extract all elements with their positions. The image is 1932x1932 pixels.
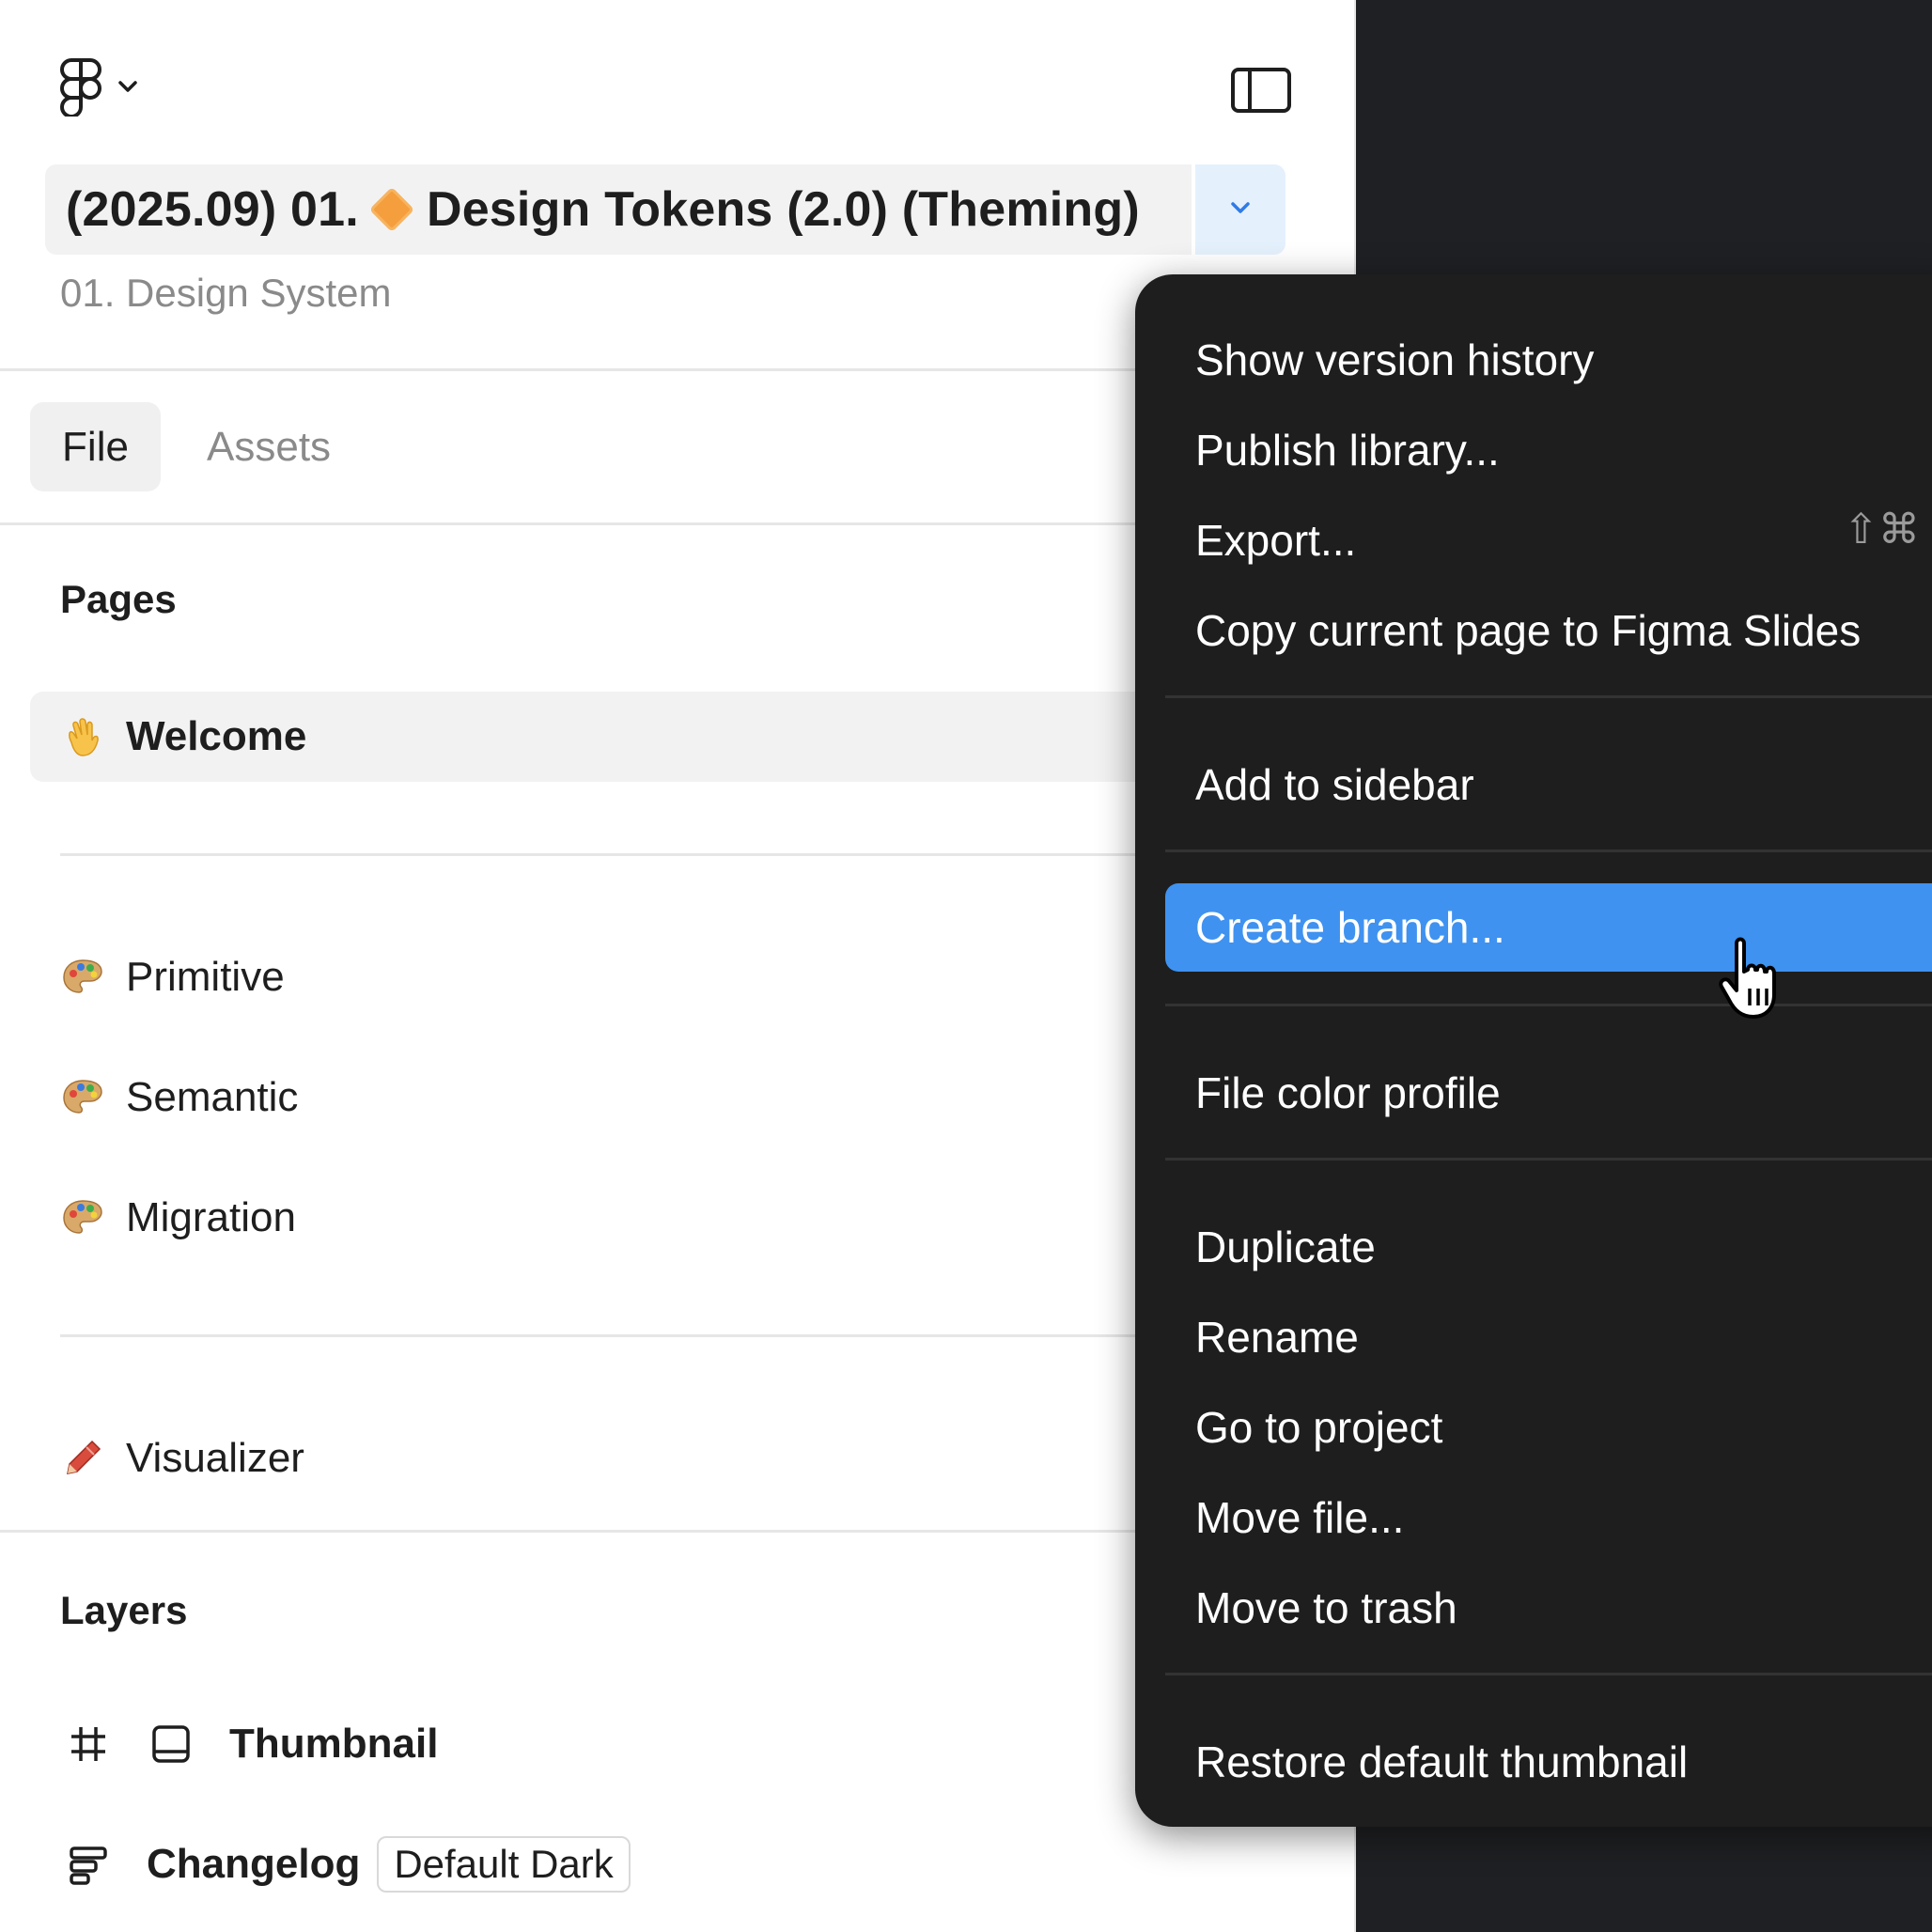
menu-separator: [1165, 1004, 1932, 1006]
menu-item-file-color-profile[interactable]: File color profile: [1165, 1049, 1932, 1137]
menu-item-export[interactable]: Export...: [1165, 496, 1932, 584]
artist-palette-icon: [60, 1075, 105, 1120]
tab-assets[interactable]: Assets: [207, 402, 331, 491]
file-title[interactable]: (2025.09) 01. Design Tokens (2.0) (Themi…: [45, 164, 1192, 255]
menu-item-move-file[interactable]: Move file...: [1165, 1473, 1932, 1562]
main-menu-button[interactable]: [58, 56, 139, 121]
sidebar-toggle-icon[interactable]: [1231, 68, 1291, 113]
menu-item-duplicate[interactable]: Duplicate: [1165, 1203, 1932, 1291]
layers-heading: Layers: [60, 1588, 188, 1632]
menu-item-restore-default-thumbnail[interactable]: Restore default thumbnail: [1165, 1718, 1932, 1806]
menu-item-move-to-trash[interactable]: Move to trash: [1165, 1564, 1932, 1652]
waving-hand-icon: [60, 714, 105, 759]
page-name: Visualizer: [126, 1435, 304, 1481]
artist-palette-icon: [60, 1195, 105, 1240]
page-name: Migration: [126, 1194, 296, 1240]
hand-cursor-icon: [1716, 936, 1791, 1021]
layer-item-changelog[interactable]: Changelog Default Dark: [68, 1823, 631, 1906]
auto-layout-icon: [68, 1844, 109, 1885]
chevron-down-icon: [117, 79, 139, 99]
frame-hash-icon: [68, 1723, 109, 1765]
menu-separator: [1165, 695, 1932, 698]
figma-logo-icon: [58, 56, 103, 121]
page-name: Primitive: [126, 954, 285, 1000]
menu-item-copy-to-slides[interactable]: Copy current page to Figma Slides: [1165, 586, 1932, 675]
diamond-icon: [368, 186, 414, 233]
menu-item-rename[interactable]: Rename: [1165, 1293, 1932, 1381]
export-shortcut: ⇧⌘: [1844, 506, 1920, 553]
layer-name: Changelog: [147, 1841, 361, 1887]
menu-separator: [1165, 1673, 1932, 1675]
menu-item-create-branch[interactable]: Create branch...: [1165, 883, 1932, 972]
crayon-icon: [60, 1436, 105, 1481]
menu-item-add-to-sidebar[interactable]: Add to sidebar: [1165, 740, 1932, 829]
tab-file[interactable]: File: [30, 402, 161, 491]
component-panel-icon: [150, 1723, 192, 1765]
file-menu-dropdown-button[interactable]: [1195, 164, 1285, 255]
divider: [60, 1334, 1141, 1337]
menu-separator: [1165, 1158, 1932, 1161]
layer-name: Thumbnail: [229, 1721, 439, 1767]
menu-item-go-to-project[interactable]: Go to project: [1165, 1383, 1932, 1472]
page-name: Welcome: [126, 713, 307, 759]
pages-heading: Pages: [60, 577, 177, 621]
menu-item-publish-library[interactable]: Publish library...: [1165, 406, 1932, 494]
divider: [60, 853, 1141, 856]
menu-separator: [1165, 849, 1932, 852]
artist-palette-icon: [60, 955, 105, 1000]
layer-item-thumbnail[interactable]: Thumbnail: [68, 1703, 438, 1785]
project-name[interactable]: 01. Design System: [60, 271, 392, 316]
file-title-prefix: (2025.09) 01.: [66, 182, 359, 237]
page-name: Semantic: [126, 1074, 299, 1120]
menu-item-show-version-history[interactable]: Show version history: [1165, 316, 1932, 404]
file-context-menu: Show version history Publish library... …: [1135, 274, 1932, 1827]
chevron-down-icon: [1228, 199, 1253, 221]
variable-mode-badge[interactable]: Default Dark: [377, 1836, 631, 1893]
file-title-name: Design Tokens (2.0) (Theming): [426, 182, 1140, 237]
